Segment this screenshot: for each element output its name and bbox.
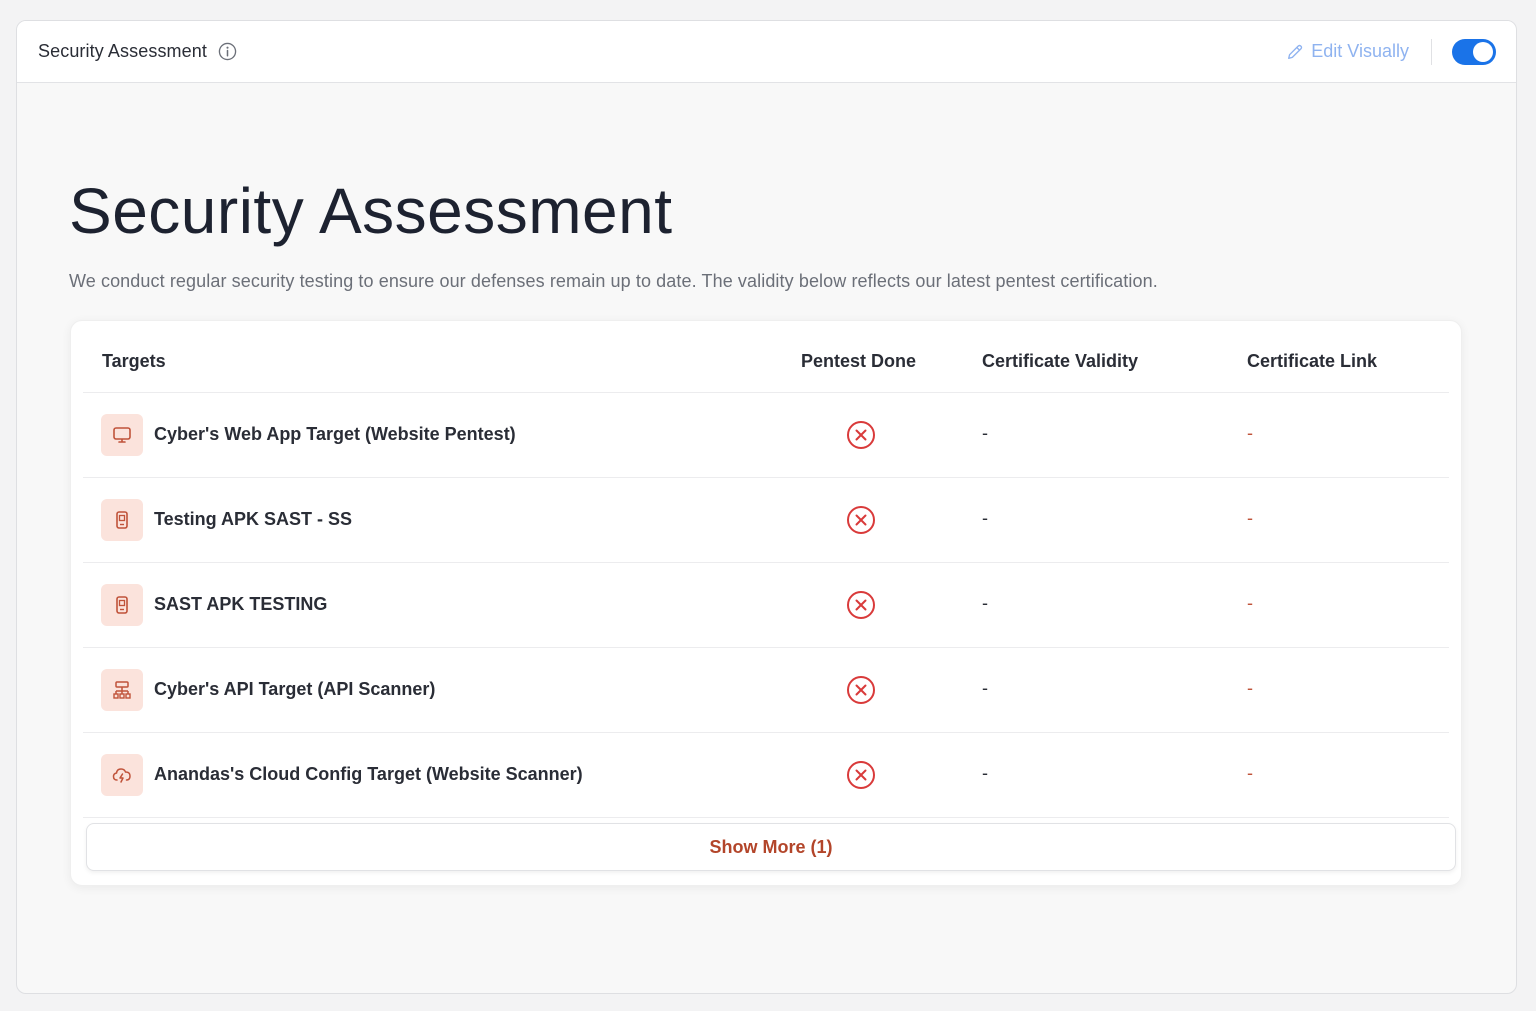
- toggle-knob: [1473, 41, 1493, 62]
- target-name: Testing APK SAST - SS: [154, 509, 353, 529]
- column-header-certificate-validity: Certificate Validity: [982, 351, 1139, 371]
- certificate-validity: -: [982, 763, 988, 783]
- table-row[interactable]: Testing APK SAST - SS - -: [83, 478, 1449, 563]
- page-description: We conduct regular security testing to e…: [69, 271, 1158, 291]
- certificate-link: -: [1247, 678, 1253, 698]
- api-network-icon: [101, 669, 143, 711]
- failed-status-icon: [845, 504, 877, 536]
- table-row[interactable]: Cyber's API Target (API Scanner) - -: [83, 648, 1449, 733]
- panel-header: Security Assessment Edit Visually: [17, 21, 1516, 83]
- header-divider: [1431, 38, 1432, 65]
- targets-table-card: Targets Pentest Done Certificate Validit…: [70, 320, 1462, 886]
- target-name: Anandas's Cloud Config Target (Website S…: [154, 764, 583, 784]
- target-name: Cyber's API Target (API Scanner): [154, 679, 436, 699]
- failed-status-icon: [845, 589, 877, 621]
- failed-status-icon: [845, 419, 877, 451]
- content-section: Security Assessment We conduct regular s…: [69, 171, 1469, 292]
- certificate-link: -: [1247, 763, 1253, 783]
- failed-status-icon: [845, 674, 877, 706]
- failed-status-icon: [845, 759, 877, 791]
- column-header-certificate-link: Certificate Link: [1247, 351, 1378, 371]
- panel-title: Security Assessment: [38, 41, 207, 61]
- monitor-icon: [101, 414, 143, 456]
- page-title: Security Assessment: [69, 175, 673, 247]
- table-header: Targets Pentest Done Certificate Validit…: [83, 321, 1449, 393]
- mobile-app-icon: [101, 584, 143, 626]
- certificate-link: -: [1247, 593, 1253, 613]
- pencil-icon: [1288, 44, 1303, 59]
- table-row[interactable]: SAST APK TESTING - -: [83, 563, 1449, 648]
- column-header-pentest-done: Pentest Done: [801, 351, 917, 371]
- edit-visually-button[interactable]: Edit Visually: [1286, 41, 1409, 62]
- target-name: Cyber's Web App Target (Website Pentest): [154, 424, 516, 444]
- certificate-validity: -: [982, 593, 988, 613]
- show-more-button[interactable]: Show More (1): [86, 823, 1456, 871]
- certificate-link: -: [1247, 508, 1253, 528]
- visibility-toggle[interactable]: [1452, 38, 1496, 65]
- info-icon[interactable]: [218, 42, 238, 62]
- mobile-app-icon: [101, 499, 143, 541]
- cloud-icon: [101, 754, 143, 796]
- target-name: SAST APK TESTING: [154, 594, 328, 614]
- column-header-targets: Targets: [102, 351, 166, 371]
- edit-visually-label: Edit Visually: [1311, 41, 1409, 61]
- certificate-validity: -: [982, 423, 988, 443]
- table-row[interactable]: Anandas's Cloud Config Target (Website S…: [83, 733, 1449, 818]
- certificate-validity: -: [982, 678, 988, 698]
- certificate-validity: -: [982, 508, 988, 528]
- certificate-link: -: [1247, 423, 1253, 443]
- table-row[interactable]: Cyber's Web App Target (Website Pentest)…: [83, 393, 1449, 478]
